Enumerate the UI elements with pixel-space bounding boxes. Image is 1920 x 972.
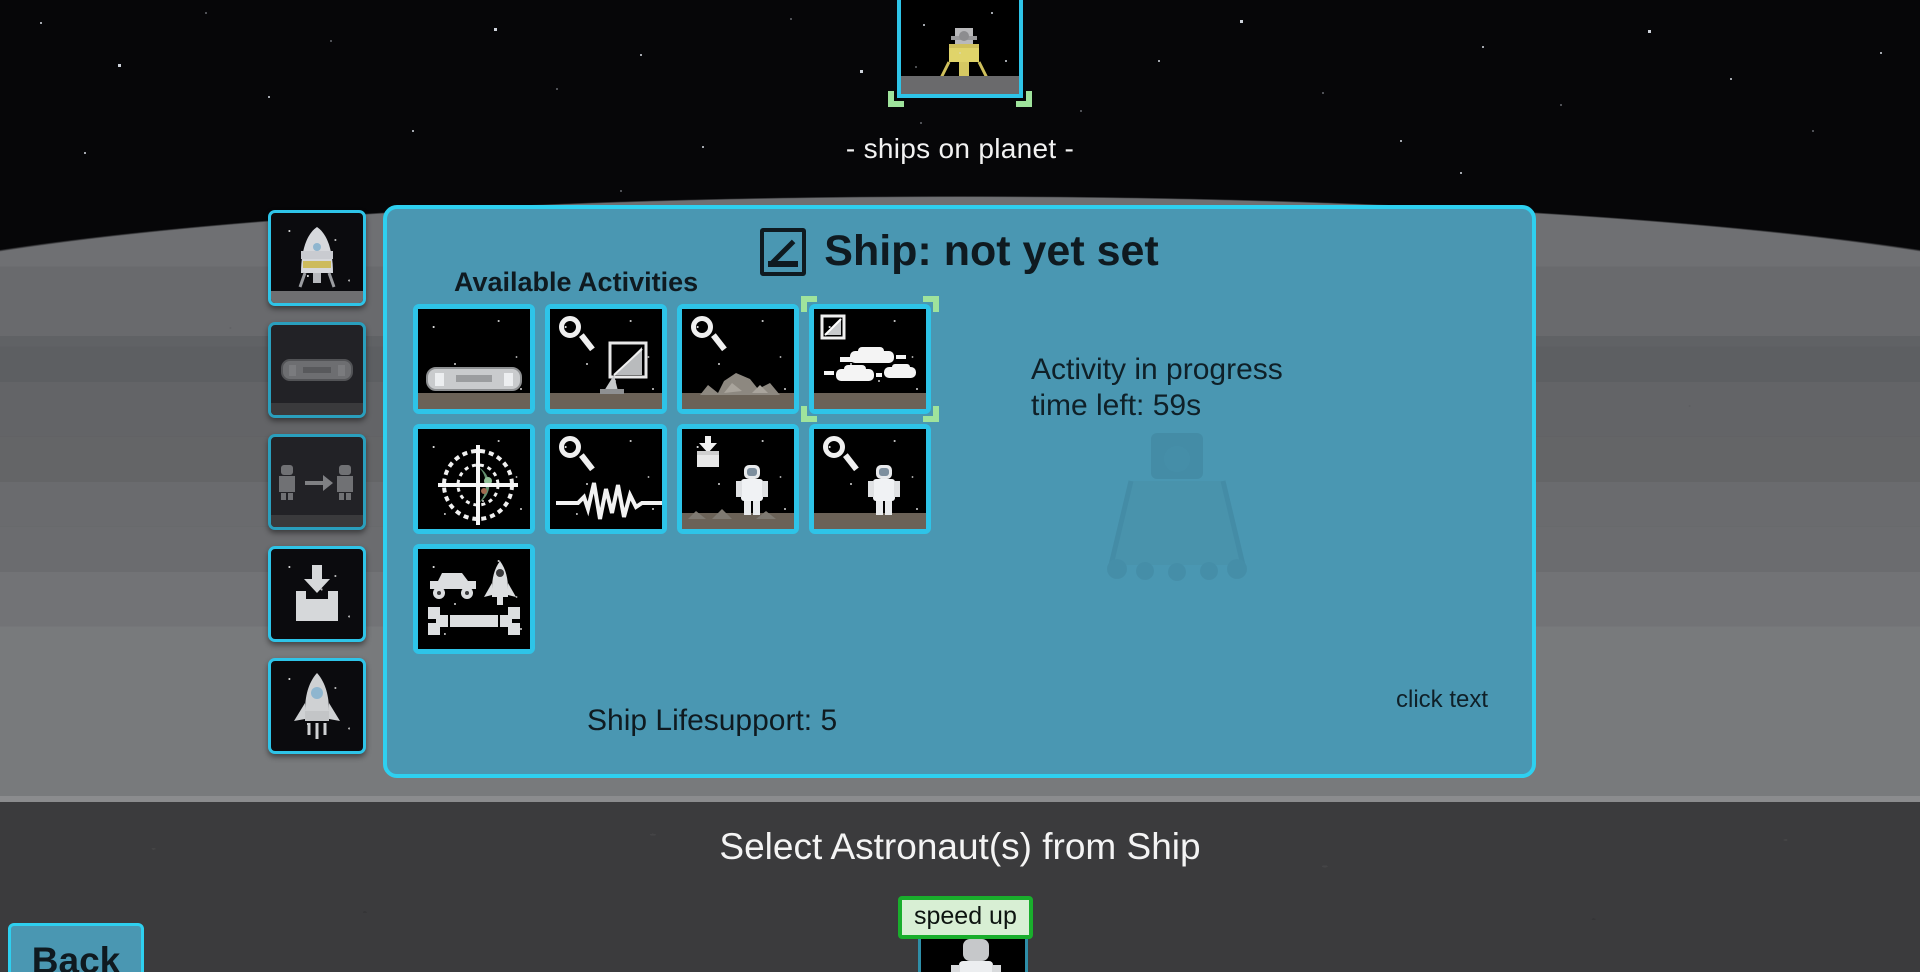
select-astronaut-prompt: Select Astronaut(s) from Ship [719, 826, 1201, 867]
search-icon [691, 316, 713, 338]
selection-corner [801, 406, 817, 422]
ground-rocks-icon [688, 509, 776, 519]
ship-action-sidebar [268, 210, 366, 754]
search-icon [559, 316, 581, 338]
wrench-icon [428, 607, 520, 635]
activity-repair[interactable] [413, 544, 535, 654]
edit-pencil-icon[interactable] [760, 227, 807, 276]
speed-up-button-wrap: speed up [898, 896, 1033, 939]
click-text-hint[interactable]: click text [1396, 686, 1488, 714]
selection-corner [923, 296, 939, 312]
activity-scan-seismic[interactable] [545, 424, 667, 534]
selection-corner [1016, 91, 1032, 107]
page-title: Ship: not yet set [824, 227, 1159, 275]
activity-explore-astronaut[interactable] [809, 424, 931, 534]
ships-on-planet-row [0, 0, 1920, 107]
available-activities-heading: Available Activities [454, 267, 699, 297]
sidebar-item-load-cargo[interactable] [268, 546, 366, 642]
activity-collect-samples[interactable] [677, 424, 799, 534]
activity-build-habitat[interactable] [413, 304, 535, 414]
activity-radar-survey[interactable] [413, 424, 535, 534]
lander-watermark [1107, 433, 1247, 581]
seismograph-icon [556, 482, 662, 520]
lander-ship-tile[interactable] [888, 0, 1032, 107]
selection-corner [801, 296, 817, 312]
activity-scan-antenna[interactable] [545, 304, 667, 414]
selection-corner [923, 406, 939, 422]
cargo-load-icon [296, 565, 338, 621]
ground-edge-line [0, 796, 1920, 802]
selection-corner [888, 91, 904, 107]
habitat-module-icon [426, 367, 522, 391]
cargo-box-icon [697, 436, 719, 467]
radar-globe-icon [438, 445, 518, 525]
game-screen: - ships on planet - Ship: not yet set Av… [0, 0, 1920, 972]
ship-detail-panel: Ship: not yet set Available Activities S… [383, 205, 1536, 778]
search-icon [823, 436, 845, 458]
ship-lifesupport-label: Ship Lifesupport: 5 [587, 704, 838, 737]
astronaut-transfer-icon [279, 465, 353, 500]
ships-on-planet-label: - ships on planet - [845, 133, 1075, 164]
habitat-module-icon [281, 359, 353, 381]
ship-capsule-icon [298, 227, 336, 288]
search-icon [559, 436, 581, 458]
sidebar-item-transfer-astronaut[interactable] [268, 434, 366, 530]
activity-grid [413, 296, 973, 654]
rocks-icon [700, 373, 780, 395]
activity-time-left: time left: 59s [1031, 389, 1202, 422]
rover-rocket-wrench-icon [428, 561, 520, 635]
satellite-dish-icon [600, 341, 648, 394]
astronaut-icon [868, 465, 900, 515]
speed-up-button[interactable]: speed up [898, 896, 1033, 939]
satellite-dish-small-icon [820, 314, 846, 340]
activity-progress-line1: Activity in progress [1031, 353, 1283, 386]
activity-scan-weather[interactable] [801, 296, 939, 422]
back-button[interactable]: Back [8, 923, 144, 972]
activity-scan-rocks[interactable] [677, 304, 799, 414]
sidebar-item-habitat[interactable] [268, 322, 366, 418]
sidebar-item-launch[interactable] [268, 658, 366, 754]
sidebar-item-ship[interactable] [268, 210, 366, 306]
activity-progress-text: Activity in progress time left: 59s [1031, 352, 1283, 424]
rocket-launch-icon [294, 673, 340, 739]
clouds-icon [824, 347, 916, 381]
